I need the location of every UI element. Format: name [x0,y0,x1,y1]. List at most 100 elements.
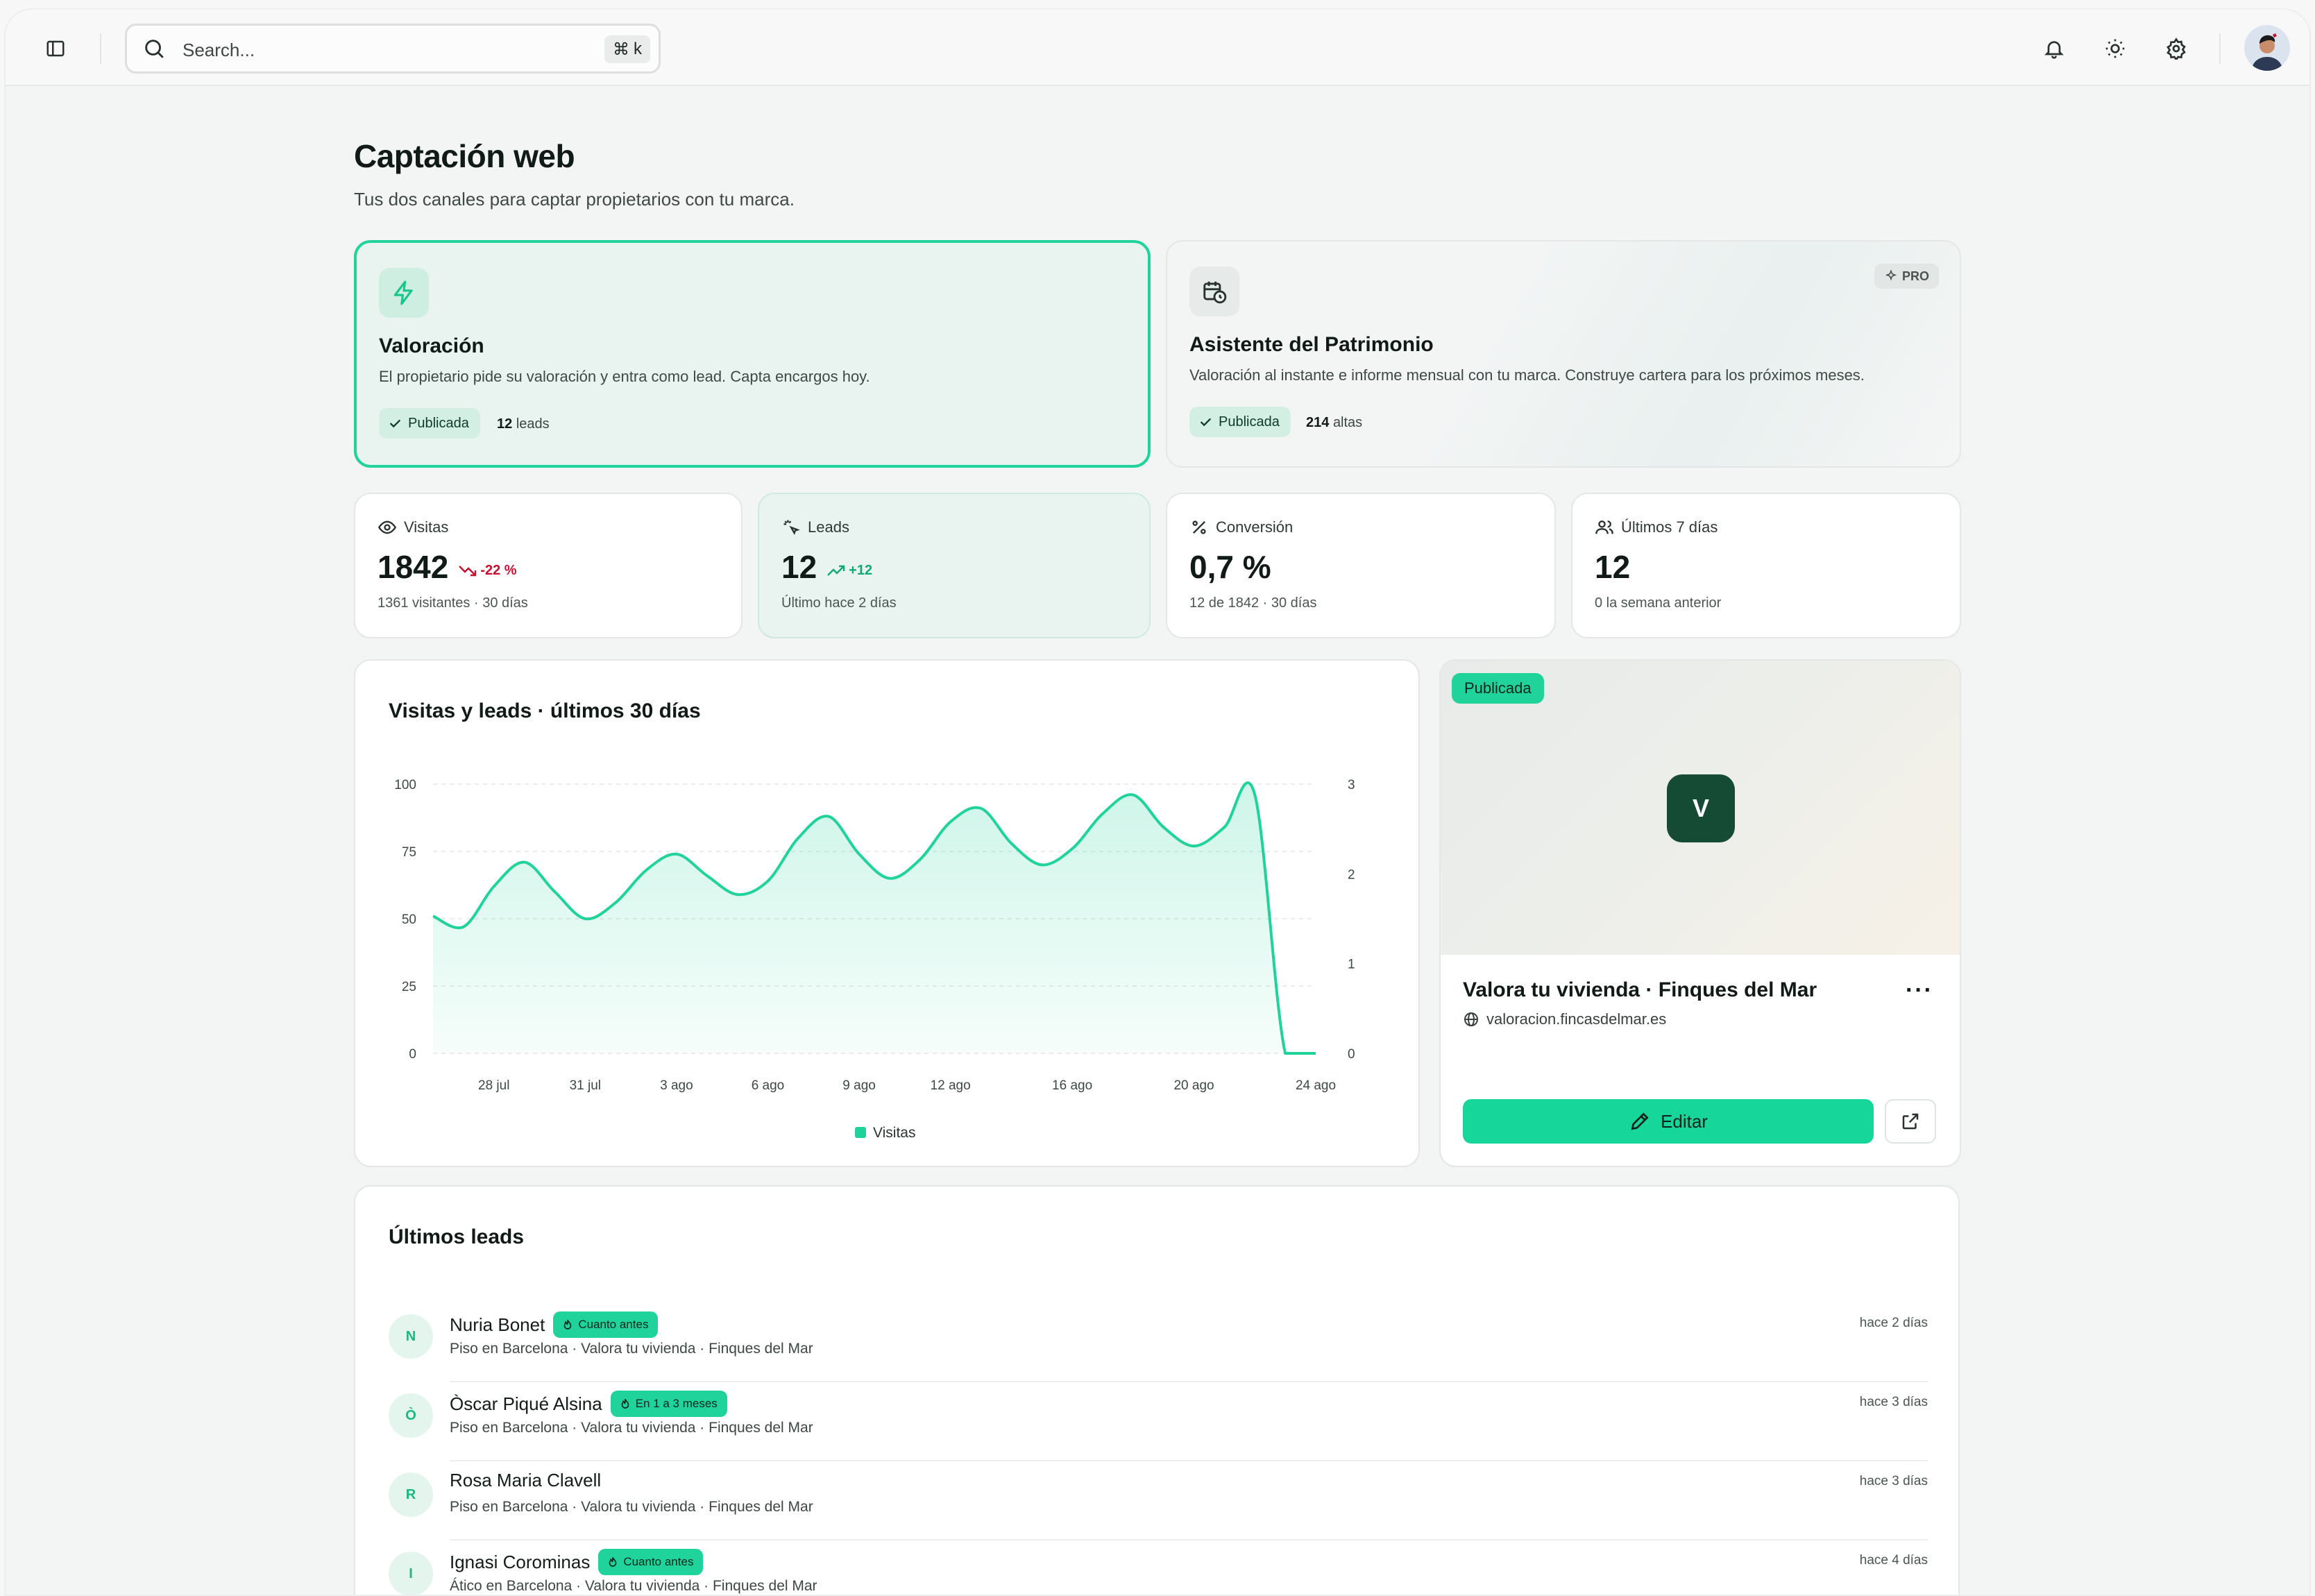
external-link-icon [1902,1113,1919,1130]
lead-name-row: Òscar Piqué Alsina En 1 a 3 meses [450,1391,727,1417]
status-label: Publicada [1219,414,1280,430]
gear-icon[interactable] [2157,29,2196,68]
stat-label-text: Últimos 7 días [1621,518,1718,536]
stat-delta-text: -22 % [480,562,517,578]
percent-icon [1192,520,1206,534]
flame-icon [609,1556,617,1567]
x-tick-label: 16 ago [1052,1078,1092,1093]
lead-description: Ático en Barcelona · Valora tu vivienda … [450,1578,817,1594]
stat-value-text: 1842 [378,549,449,585]
pencil-icon [1631,1112,1649,1130]
trending-down-icon [459,566,477,577]
x-tick-label: 24 ago [1296,1078,1336,1093]
search-shortcut: ⌘ k [604,35,650,63]
page-preview[interactable]: Publicada V [1441,661,1960,955]
stat-card-ultimos-7-dias[interactable]: Últimos 7 días 12 0 la semana anterior [1571,493,1961,638]
channel-description: Valoración al instante e informe mensual… [1189,366,1865,384]
channel-card-asistente[interactable]: PRO Asistente del Patrimonio Valoración … [1166,240,1961,468]
landing-page-card: Publicada V Valora tu vivienda · Finques… [1439,659,1961,1167]
stat-delta: -22 % [458,562,517,579]
lead-name: Nuria Bonet [450,1314,545,1335]
lead-row[interactable]: I Ignasi Corominas Cuanto antes Ático en… [389,1540,1928,1595]
sidebar-toggle-icon[interactable] [36,29,75,68]
urgency-label: Cuanto antes [623,1555,694,1568]
app-window: Search... ⌘ k Captación web Tus dos cana… [4,8,2311,1596]
lead-row[interactable]: Ò Òscar Piqué Alsina En 1 a 3 meses Piso… [389,1382,1928,1461]
status-badge: Publicada [1452,673,1544,704]
page-url[interactable]: valoracion.fincasdelmar.es [1463,1010,1666,1028]
search-input[interactable]: Search... ⌘ k [125,24,661,74]
count-label: leads [516,416,550,432]
legend-label: Visitas [873,1125,915,1141]
lead-row[interactable]: N Nuria Bonet Cuanto antes Piso en Barce… [389,1303,1928,1382]
stat-label: Conversión [1189,518,1293,537]
stat-delta-text: +12 [849,562,873,578]
page-subtitle: Tus dos canales para captar propietarios… [354,189,795,210]
lead-description: Piso en Barcelona · Valora tu vivienda ·… [450,1341,813,1357]
stat-label-text: Visitas [404,518,449,536]
status-badge: Publicada [1189,407,1291,437]
legend-swatch [855,1127,866,1138]
y-right-tick-label: 1 [1348,958,1355,972]
globe-icon [1464,1012,1478,1026]
stat-card-conversion[interactable]: Conversión 0,7 % 12 de 1842 · 30 días [1166,493,1556,638]
topbar-divider [2219,33,2221,64]
avatar[interactable] [2244,25,2290,71]
status-badge: Publicada [379,408,480,439]
stat-value-text: 12 [1595,549,1631,585]
count-label: altas [1332,415,1363,430]
bell-icon[interactable] [2035,29,2074,68]
lead-name: Òscar Piqué Alsina [450,1393,602,1414]
channel-card-valoracion[interactable]: Valoración El propietario pide su valora… [354,240,1151,468]
sun-icon[interactable] [2096,29,2135,68]
status-label: Publicada [408,415,469,431]
lead-avatar: N [389,1314,433,1359]
x-tick-label: 28 jul [478,1078,509,1093]
trending-up-icon [827,565,845,576]
stat-card-leads[interactable]: Leads 12 +12 Último hace 2 días [758,493,1151,638]
stat-value: 12 [1595,548,1630,586]
x-tick-label: 6 ago [752,1078,785,1093]
flame-icon [563,1319,572,1330]
channel-title: Asistente del Patrimonio [1189,333,1434,356]
lead-name-row: Nuria Bonet Cuanto antes [450,1311,659,1338]
x-tick-label: 12 ago [931,1078,971,1093]
lead-name: Ignasi Corominas [450,1551,591,1572]
y-left-tick-label: 0 [409,1047,416,1062]
channel-title: Valoración [379,334,484,357]
stat-value: 12 +12 [781,548,872,586]
lead-description: Piso en Barcelona · Valora tu vivienda ·… [450,1420,813,1436]
stat-label-text: Conversión [1216,518,1294,536]
check-icon [1200,418,1212,427]
calendar-clock-icon [1189,266,1239,316]
channel-count: 12 leads [497,416,550,432]
sparkles-icon [1885,269,1897,281]
stat-footnote: 0 la semana anterior [1595,595,1722,611]
stat-value: 0,7 % [1189,548,1271,586]
search-placeholder: Search... [183,40,255,60]
lead-time: hace 3 días [1859,1474,1928,1488]
lead-row[interactable]: R Rosa Maria Clavell Piso en Barcelona ·… [389,1461,1928,1540]
visits-leads-chart: 0 25 50 75 100 0 1 2 3 28 jul 31 jul 3 ago 6 ago 9 ag… [394,778,1355,1141]
stat-label: Leads [781,518,849,537]
channel-count: 214 altas [1306,415,1362,431]
more-options-button[interactable]: ··· [1906,977,1933,1004]
lead-name-row: Rosa Maria Clavell [450,1470,601,1491]
channel-description: El propietario pide su valoración y entr… [379,368,870,385]
lead-avatar: Ò [389,1393,433,1438]
topbar-divider [100,33,101,64]
stat-delta: +12 [826,563,872,579]
lead-time: hace 4 días [1859,1553,1928,1568]
y-left-tick-label: 50 [402,912,416,927]
pro-label: PRO [1901,269,1929,283]
y-left-tick-label: 25 [402,980,416,994]
x-tick-label: 31 jul [570,1078,601,1093]
stat-footnote: Último hace 2 días [781,595,897,611]
lead-time: hace 2 días [1859,1316,1928,1330]
open-external-button[interactable] [1885,1099,1936,1144]
edit-button[interactable]: Editar [1463,1099,1874,1144]
urgency-label: Cuanto antes [578,1318,649,1331]
y-left-tick-label: 100 [394,778,416,792]
stat-card-visitas[interactable]: Visitas 1842 -22 % 1361 visitantes · 30 … [354,493,743,638]
lightning-icon [379,268,429,318]
